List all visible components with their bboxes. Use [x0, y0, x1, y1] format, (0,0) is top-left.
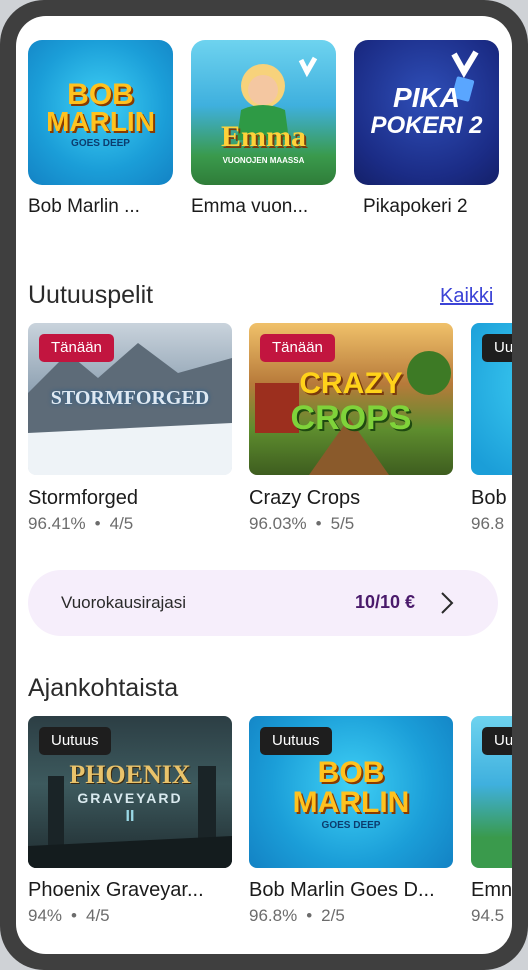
game-card-title[interactable]: Stormforged	[28, 487, 138, 510]
game-card-meta: 96.41% • 4/5	[28, 514, 133, 534]
crazy-crops-logo-line1: CRAZY	[299, 367, 403, 400]
separator-dot: •	[94, 514, 101, 533]
badge-new: Uutuus	[260, 727, 332, 755]
bob-marlin-logo-line3: GOES DEEP	[321, 820, 381, 831]
bob-marlin-logo-line2: MARLIN	[46, 106, 155, 137]
stormforged-logo: STORMFORGED	[50, 387, 210, 409]
game-card-meta: 96.8% • 2/5	[249, 906, 345, 926]
app-screen: BOB MARLIN GOES DEEP Bob Marlin ... Emma…	[16, 16, 512, 954]
rtp-value: 96.03%	[249, 514, 307, 533]
separator-dot: •	[315, 514, 322, 533]
see-all-link[interactable]: Kaikki	[440, 285, 493, 308]
game-card-bob-marlin[interactable]: Uutuus BOB MARLIN GOES DEEP	[249, 716, 453, 868]
separator-dot: •	[71, 906, 77, 925]
badge-today: Tänään	[260, 334, 335, 362]
badge-new: Uutuus	[39, 727, 111, 755]
game-card-title[interactable]: Emn	[471, 879, 512, 902]
badge-new: Uu	[482, 334, 512, 362]
game-tile-emma[interactable]: Emma VUONOJEN MAASSA	[191, 40, 336, 185]
game-tile-bob-marlin[interactable]: BOB MARLIN GOES DEEP	[28, 40, 173, 185]
game-card-meta: 94% • 4/5	[28, 906, 110, 926]
game-card-title[interactable]: Crazy Crops	[249, 487, 360, 510]
game-card-title[interactable]: Bob	[471, 487, 507, 510]
game-card-title[interactable]: Phoenix Graveyar...	[28, 879, 204, 902]
rtp-value: 94.5	[471, 906, 505, 925]
rating-value: 5/5	[330, 514, 355, 533]
badge-today: Tänään	[39, 334, 114, 362]
game-card-phoenix-graveyard[interactable]: Uutuus PHOENIX GRAVEYARD II	[28, 716, 232, 868]
rating-value: 4/5	[85, 906, 110, 925]
section-heading-new-games: Uutuuspelit	[28, 281, 154, 309]
game-tile-title[interactable]: Pikapokeri 2	[363, 196, 468, 218]
phoenix-logo-line1: PHOENIX	[69, 760, 191, 789]
pikapokeri-logo-line2: POKERI 2	[370, 112, 483, 139]
rtp-value: 96.8%	[249, 906, 298, 925]
game-card-meta: 96.03% • 5/5	[249, 514, 354, 534]
daily-limit-value: 10/10 €	[355, 592, 416, 612]
game-card-partial[interactable]: Uu	[471, 323, 512, 475]
game-tile-title[interactable]: Emma vuon...	[191, 196, 308, 218]
game-card-stormforged[interactable]: Tänään STORMFORGED	[28, 323, 232, 475]
device-frame: BOB MARLIN GOES DEEP Bob Marlin ... Emma…	[0, 0, 528, 970]
rtp-value: 94%	[28, 906, 63, 925]
game-card-meta: 96.8	[471, 514, 504, 534]
game-tile-title[interactable]: Bob Marlin ...	[28, 196, 140, 218]
bob-marlin-logo-line2: MARLIN	[292, 786, 410, 819]
game-card-title[interactable]: Bob Marlin Goes D...	[249, 879, 435, 902]
crazy-crops-logo-line2: CROPS	[290, 399, 412, 437]
rtp-value: 96.8	[471, 514, 505, 533]
game-tile-pikapokeri[interactable]: PIKA POKERI 2	[354, 40, 499, 185]
pikapokeri-logo-line1: PIKA	[393, 82, 460, 113]
emma-logo-title: Emma	[221, 120, 306, 153]
daily-limit-label: Vuorokausirajasi	[61, 593, 187, 612]
bob-marlin-logo-line3: GOES DEEP	[71, 138, 130, 149]
separator-dot: •	[306, 906, 313, 925]
bob-marlin-logo-line1: BOB	[317, 756, 385, 789]
phoenix-logo-line3: II	[125, 808, 135, 825]
badge-new: Uu	[482, 727, 512, 755]
phoenix-logo-line2: GRAVEYARD	[77, 790, 183, 806]
rating-value: 4/5	[109, 514, 134, 533]
game-card-meta: 94.5	[471, 906, 504, 926]
emma-logo-subtitle: VUONOJEN MAASSA	[222, 156, 305, 165]
game-card-crazy-crops[interactable]: Tänään CRAZY CROPS	[249, 323, 453, 475]
section-heading-current: Ajankohtaista	[28, 674, 179, 702]
daily-limit-button[interactable]: Vuorokausirajasi 10/10 €	[28, 570, 498, 636]
game-card-partial[interactable]: Uu	[471, 716, 512, 868]
rtp-value: 96.41%	[28, 514, 86, 533]
rating-value: 2/5	[321, 906, 345, 925]
chevron-right-icon	[441, 592, 454, 614]
